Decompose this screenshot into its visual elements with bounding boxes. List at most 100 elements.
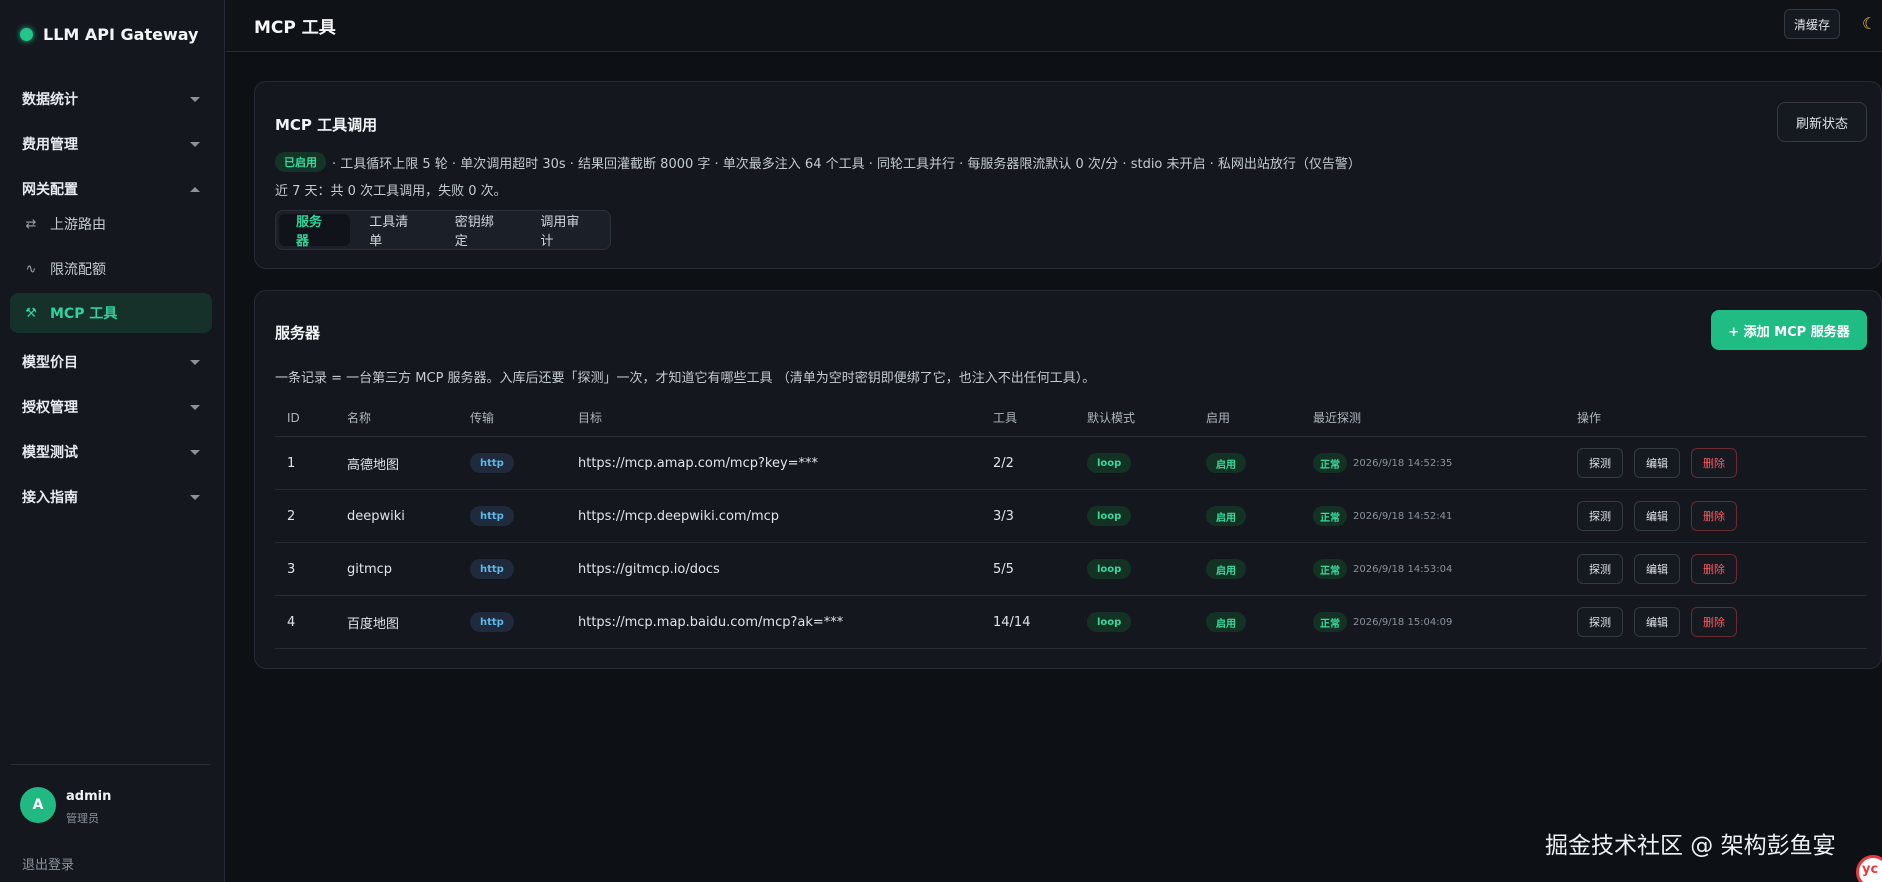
avatar[interactable]: A xyxy=(20,787,56,823)
table-row: 2 deepwiki http https://mcp.deepwiki.com… xyxy=(275,490,1867,543)
chevron-down-icon xyxy=(190,449,200,455)
row-name: 百度地图 xyxy=(347,616,400,632)
probe-status-badge: 正常 xyxy=(1313,506,1347,526)
nav-group-model-test[interactable]: 模型测试 xyxy=(10,434,212,470)
mcp-config-card: MCP 工具调用 刷新状态 已启用 · 工具循环上限 5 轮 · 单次调用超时 … xyxy=(254,81,1882,269)
clear-cache-button[interactable]: 清缓存 xyxy=(1784,9,1840,39)
actions-cell: 探测 编辑 删除 xyxy=(1577,543,1737,595)
nav-group-label: 授权管理 xyxy=(22,400,78,416)
probe-cell: 正常 2026/9/18 14:53:04 xyxy=(1313,543,1452,595)
refresh-status-button[interactable]: 刷新状态 xyxy=(1777,102,1867,142)
sidebar-item-label: 限流配额 xyxy=(50,262,106,278)
row-target: https://gitmcp.io/docs xyxy=(578,561,720,577)
mcp-card-title: MCP 工具调用 xyxy=(275,116,378,134)
user-role: 管理员 xyxy=(66,812,99,825)
probe-button[interactable]: 探测 xyxy=(1577,607,1623,637)
actions-cell: 探测 编辑 删除 xyxy=(1577,490,1737,542)
probe-status-badge: 正常 xyxy=(1313,453,1347,473)
actions-cell: 探测 编辑 删除 xyxy=(1577,437,1737,489)
app-title: LLM API Gateway xyxy=(43,24,199,44)
topbar: MCP 工具 清缓存 ☾ xyxy=(226,0,1882,52)
probe-cell: 正常 2026/9/18 14:52:41 xyxy=(1313,490,1452,542)
row-target: https://mcp.amap.com/mcp?key=*** xyxy=(578,455,819,471)
mode-badge: loop xyxy=(1087,506,1132,526)
probe-button[interactable]: 探测 xyxy=(1577,554,1623,584)
delete-button[interactable]: 删除 xyxy=(1691,501,1737,531)
moon-icon[interactable]: ☾ xyxy=(1862,14,1876,33)
servers-table: ID 名称 传输 目标 工具 默认模式 启用 最近探测 操作 1 高德地图 ht… xyxy=(275,399,1867,649)
add-server-button[interactable]: + 添加 MCP 服务器 xyxy=(1711,310,1867,350)
sidebar-item-upstream[interactable]: ⇄ 上游路由 xyxy=(10,204,212,244)
row-actions: 探测 编辑 删除 xyxy=(1577,554,1737,584)
mode-cell: loop xyxy=(1087,596,1132,648)
nav-group-stats[interactable]: 数据统计 xyxy=(10,81,212,117)
watermark-logo-icon: yc xyxy=(1856,855,1882,882)
tab-tool-list[interactable]: 工具清单 xyxy=(352,214,436,249)
chevron-up-icon xyxy=(190,186,200,192)
row-name: gitmcp xyxy=(347,561,393,577)
probe-button[interactable]: 探测 xyxy=(1577,448,1623,478)
probe-info: 正常 2026/9/18 14:52:41 xyxy=(1313,506,1452,526)
probe-status-badge: 正常 xyxy=(1313,612,1347,632)
probe-status-badge: 正常 xyxy=(1313,559,1347,579)
row-id: 4 xyxy=(287,614,296,630)
tab-key-binding[interactable]: 密钥绑定 xyxy=(438,214,522,249)
enabled-cell: 启用 xyxy=(1206,543,1246,595)
column-header: 工具 xyxy=(993,411,1018,425)
status-badge: 已启用 xyxy=(275,152,326,172)
row-actions: 探测 编辑 删除 xyxy=(1577,607,1737,637)
sidebar-item-ratelimit[interactable]: ∿ 限流配额 xyxy=(10,249,212,289)
sidebar-divider xyxy=(10,764,210,765)
probe-info: 正常 2026/9/18 14:53:04 xyxy=(1313,559,1452,579)
user-name: admin xyxy=(66,789,112,804)
transport-badge: http xyxy=(470,453,514,473)
transport-cell: http xyxy=(470,490,514,542)
nav-group-gateway[interactable]: 网关配置 xyxy=(10,171,212,207)
probe-cell: 正常 2026/9/18 14:52:35 xyxy=(1313,437,1452,489)
enabled-badge: 启用 xyxy=(1206,453,1246,473)
row-target: https://mcp.map.baidu.com/mcp?ak=*** xyxy=(578,614,844,630)
transport-cell: http xyxy=(470,437,514,489)
row-tools: 14/14 xyxy=(993,614,1031,630)
delete-button[interactable]: 删除 xyxy=(1691,448,1737,478)
nav-group-billing[interactable]: 费用管理 xyxy=(10,126,212,162)
mode-badge: loop xyxy=(1087,559,1132,579)
nav-group-label: 模型价目 xyxy=(22,355,78,371)
nav-group-pricing[interactable]: 模型价目 xyxy=(10,344,212,380)
brand-dot-icon xyxy=(20,27,33,41)
table-header: ID 名称 传输 目标 工具 默认模式 启用 最近探测 操作 xyxy=(275,399,1867,437)
edit-button[interactable]: 编辑 xyxy=(1634,501,1680,531)
nav-group-label: 数据统计 xyxy=(22,92,78,108)
mode-badge: loop xyxy=(1087,453,1132,473)
chevron-down-icon xyxy=(190,494,200,500)
column-header: 传输 xyxy=(470,411,495,425)
row-name: deepwiki xyxy=(347,508,405,524)
nav-group-auth[interactable]: 授权管理 xyxy=(10,389,212,425)
servers-description: 一条记录 = 一台第三方 MCP 服务器。入库后还要「探测」一次，才知道它有哪些… xyxy=(275,371,1096,386)
status-text: · 工具循环上限 5 轮 · 单次调用超时 30s · 结果回灌截断 8000 … xyxy=(332,156,1361,172)
chevron-down-icon xyxy=(190,96,200,102)
row-tools: 3/3 xyxy=(993,508,1014,524)
delete-button[interactable]: 删除 xyxy=(1691,607,1737,637)
probe-button[interactable]: 探测 xyxy=(1577,501,1623,531)
row-id: 1 xyxy=(287,455,296,471)
nav-group-label: 网关配置 xyxy=(22,182,78,198)
edit-button[interactable]: 编辑 xyxy=(1634,607,1680,637)
row-tools: 2/2 xyxy=(993,455,1014,471)
tab-call-audit[interactable]: 调用审计 xyxy=(523,214,607,249)
row-target: https://mcp.deepwiki.com/mcp xyxy=(578,508,780,524)
row-id: 2 xyxy=(287,508,296,524)
edit-button[interactable]: 编辑 xyxy=(1634,554,1680,584)
delete-button[interactable]: 删除 xyxy=(1691,554,1737,584)
probe-time: 2026/9/18 14:53:04 xyxy=(1353,563,1453,575)
chevron-down-icon xyxy=(190,404,200,410)
sidebar-item-mcp-tools[interactable]: ⚒ MCP 工具 xyxy=(10,293,212,333)
servers-card-title: 服务器 xyxy=(275,324,321,342)
column-header: 最近探测 xyxy=(1313,411,1362,425)
brand[interactable]: LLM API Gateway xyxy=(20,22,198,46)
logout-link[interactable]: 退出登录 xyxy=(22,854,74,873)
nav-group-guide[interactable]: 接入指南 xyxy=(10,479,212,515)
tab-servers[interactable]: 服务器 xyxy=(279,214,351,249)
edit-button[interactable]: 编辑 xyxy=(1634,448,1680,478)
sidebar-item-label: MCP 工具 xyxy=(50,306,118,322)
